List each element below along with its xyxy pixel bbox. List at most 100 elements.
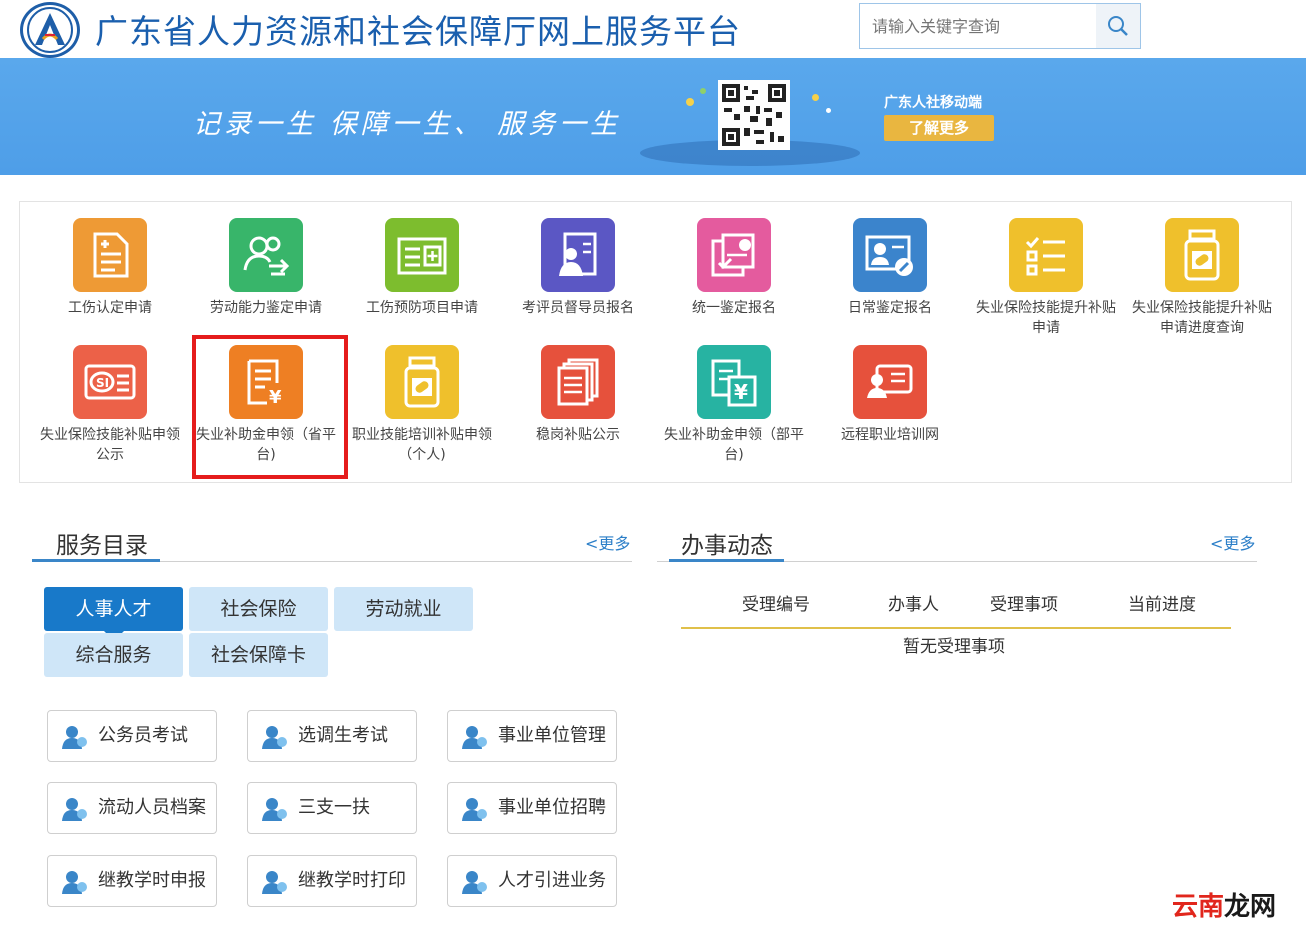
catalog-item-talent-introduction[interactable]: 人才引进业务 xyxy=(447,855,617,907)
user-icon xyxy=(62,798,87,821)
banner-slogan: 记录一生 保障一生、 服务一生 xyxy=(193,109,622,140)
users-exchange-icon xyxy=(229,218,303,292)
payment-form-icon xyxy=(697,218,771,292)
catalog-item-label: 继教学时打印 xyxy=(298,870,406,891)
user-icon xyxy=(262,798,287,821)
service-remote-training[interactable]: 远程职业培训网 xyxy=(815,345,965,445)
catalog-item-selected-graduate-exam[interactable]: 选调生考试 xyxy=(247,710,417,762)
column-header-progress: 当前进度 xyxy=(1128,595,1196,615)
column-header-receipt-no: 受理编号 xyxy=(742,595,810,615)
id-card-edit-icon xyxy=(853,218,927,292)
catalog-item-label: 继教学时申报 xyxy=(98,870,206,891)
service-examiner-signup[interactable]: 考评员督导员报名 xyxy=(503,218,653,318)
table-header-line xyxy=(681,627,1231,629)
service-skill-subsidy-progress[interactable]: 失业保险技能提升补贴申请进度查询 xyxy=(1127,218,1277,338)
catalog-title: 服务目录 xyxy=(56,533,148,559)
service-label: 失业保险技能提升补贴申请进度查询 xyxy=(1132,300,1272,336)
user-icon xyxy=(462,798,487,821)
activity-title-underline xyxy=(669,559,784,562)
service-label: 日常鉴定报名 xyxy=(848,300,932,316)
watermark-part2: 龙网 xyxy=(1224,892,1277,922)
catalog-item-label: 公务员考试 xyxy=(98,725,188,746)
person-id-icon xyxy=(541,218,615,292)
service-unemployment-benefit-ministry[interactable]: ¥ 失业补助金申领（部平台) xyxy=(659,345,809,465)
service-injury-prevention[interactable]: 工伤预防项目申请 xyxy=(347,218,497,318)
person-card-icon xyxy=(853,345,927,419)
catalog-item-floating-personnel-files[interactable]: 流动人员档案 xyxy=(47,782,217,834)
service-injury-recognition[interactable]: 工伤认定申请 xyxy=(35,218,185,318)
empty-state-text: 暂无受理事项 xyxy=(903,637,1005,657)
service-label: 工伤预防项目申请 xyxy=(366,300,478,316)
column-header-applicant: 办事人 xyxy=(888,595,939,615)
service-label: 职业技能培训补贴申领（个人) xyxy=(352,427,492,463)
qr-code[interactable] xyxy=(718,80,790,150)
catalog-item-label: 选调生考试 xyxy=(298,725,388,746)
mobile-app-title: 广东人社移动端 xyxy=(884,95,982,111)
tab-label: 人事人才 xyxy=(75,598,152,620)
service-labor-ability[interactable]: 劳动能力鉴定申请 xyxy=(191,218,341,318)
catalog-item-civil-servant-exam[interactable]: 公务员考试 xyxy=(47,710,217,762)
tab-labor-employment[interactable]: 劳动就业 xyxy=(334,587,473,631)
service-label: 稳岗补贴公示 xyxy=(536,427,620,443)
tab-social-security-card[interactable]: 社会保障卡 xyxy=(189,633,328,677)
svg-text:SI: SI xyxy=(96,376,109,390)
catalog-item-cont-edu-hours-print[interactable]: 继教学时打印 xyxy=(247,855,417,907)
catalog-title-underline xyxy=(32,559,160,562)
decor-dot xyxy=(700,88,706,94)
search-button[interactable] xyxy=(1096,4,1140,48)
service-label: 远程职业培训网 xyxy=(841,427,939,443)
checklist-icon xyxy=(1009,218,1083,292)
tab-personnel-talent[interactable]: 人事人才 xyxy=(44,587,183,641)
activity-more-link[interactable]: <更多 xyxy=(1210,530,1255,554)
service-label: 失业补助金申领（部平台) xyxy=(664,427,804,463)
tab-social-insurance[interactable]: 社会保险 xyxy=(189,587,328,631)
catalog-item-institution-recruitment[interactable]: 事业单位招聘 xyxy=(447,782,617,834)
service-label: 统一鉴定报名 xyxy=(692,300,776,316)
service-label: 考评员督导员报名 xyxy=(522,300,634,316)
svg-text:¥: ¥ xyxy=(734,380,748,404)
decor-dot xyxy=(826,108,831,113)
catalog-item-label: 三支一扶 xyxy=(298,797,370,818)
header: 广东省人力资源和社会保障厅网上服务平台 xyxy=(0,0,1306,58)
catalog-more-link[interactable]: <更多 xyxy=(585,530,630,554)
column-header-matter: 受理事项 xyxy=(990,595,1058,615)
catalog-item-cont-edu-hours-report[interactable]: 继教学时申报 xyxy=(47,855,217,907)
decor-dot xyxy=(686,98,694,106)
service-unified-appraisal[interactable]: 统一鉴定报名 xyxy=(659,218,809,318)
user-icon xyxy=(62,871,87,894)
activity-title: 办事动态 xyxy=(681,533,773,559)
stacked-docs-icon xyxy=(541,345,615,419)
service-label: 工伤认定申请 xyxy=(68,300,152,316)
service-skill-subsidy-apply[interactable]: 失业保险技能提升补贴申请 xyxy=(971,218,1121,338)
si-card-icon: SI xyxy=(73,345,147,419)
banner: 记录一生 保障一生、 服务一生 广东人社移动端 了解更多 xyxy=(0,58,1306,175)
highlight-box xyxy=(192,335,348,479)
tab-general-services[interactable]: 综合服务 xyxy=(44,633,183,677)
search-icon xyxy=(1108,16,1128,36)
pill-bottle-icon xyxy=(1165,218,1239,292)
department-logo[interactable] xyxy=(20,2,80,58)
service-job-stability-subsidy[interactable]: 稳岗补贴公示 xyxy=(503,345,653,445)
watermark-logo: 云南龙网 xyxy=(1172,886,1276,923)
catalog-item-label: 事业单位管理 xyxy=(498,725,606,746)
catalog-item-label: 流动人员档案 xyxy=(98,797,206,818)
search-input[interactable] xyxy=(860,4,1096,48)
qr-code-icon xyxy=(722,84,786,146)
user-icon xyxy=(462,726,487,749)
catalog-item-three-supports[interactable]: 三支一扶 xyxy=(247,782,417,834)
service-skill-subsidy-public[interactable]: SI 失业保险技能补贴申领公示 xyxy=(35,345,185,465)
catalog-item-label: 事业单位招聘 xyxy=(498,797,606,818)
user-icon xyxy=(262,871,287,894)
yuan-docs-icon: ¥ xyxy=(697,345,771,419)
service-vocational-training-subsidy[interactable]: 职业技能培训补贴申领（个人) xyxy=(347,345,497,465)
service-label: 劳动能力鉴定申请 xyxy=(210,300,322,316)
service-daily-appraisal[interactable]: 日常鉴定报名 xyxy=(815,218,965,318)
catalog-item-label: 人才引进业务 xyxy=(498,870,606,891)
service-label: 失业保险技能提升补贴申请 xyxy=(976,300,1116,336)
site-title: 广东省人力资源和社会保障厅网上服务平台 xyxy=(95,12,741,51)
document-icon xyxy=(73,218,147,292)
user-icon xyxy=(262,726,287,749)
search-box xyxy=(859,3,1141,49)
catalog-item-institution-management[interactable]: 事业单位管理 xyxy=(447,710,617,762)
learn-more-button[interactable]: 了解更多 xyxy=(884,115,994,141)
